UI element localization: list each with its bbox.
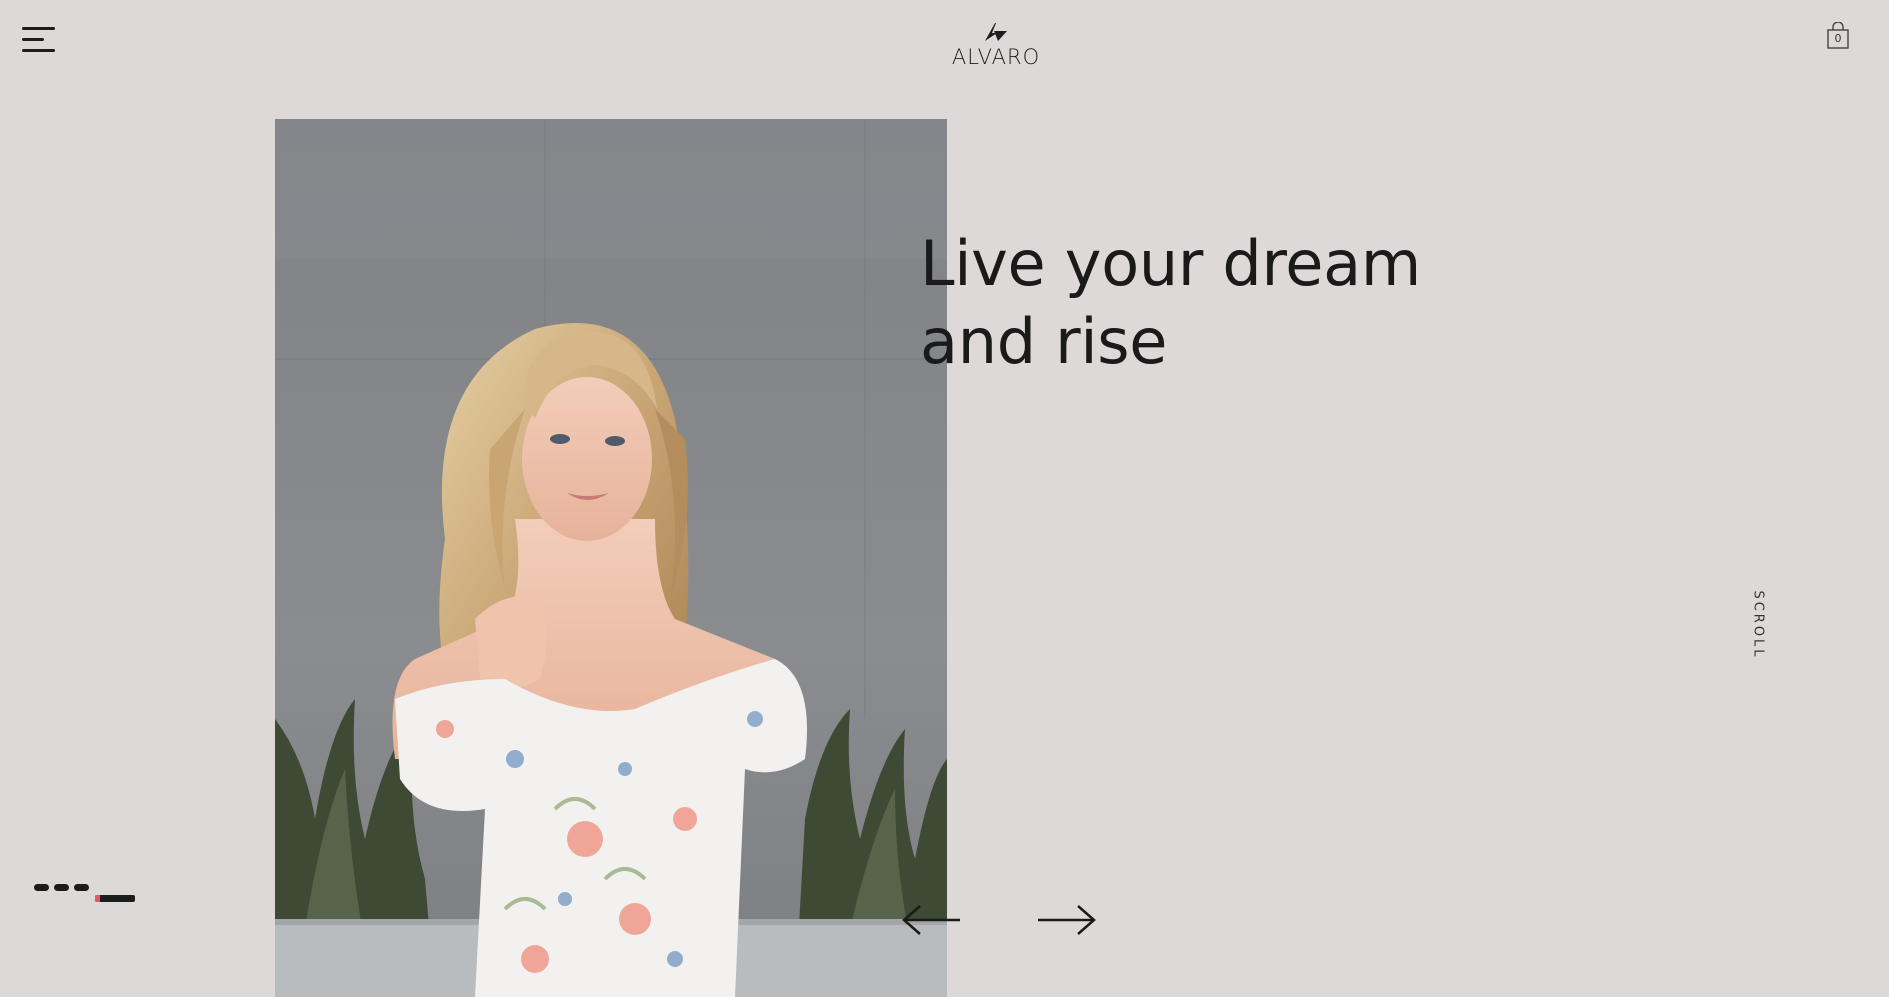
hamburger-line bbox=[22, 49, 55, 52]
hero-photo-illustration bbox=[275, 119, 947, 997]
cart-button[interactable]: 0 bbox=[1826, 21, 1850, 50]
hamburger-menu-icon bbox=[22, 27, 55, 30]
scroll-indicator[interactable]: SCROLL bbox=[1748, 590, 1768, 659]
menu-button[interactable] bbox=[22, 27, 55, 53]
headline-line-2: and rise bbox=[920, 305, 1168, 378]
active-slide-accent bbox=[95, 895, 100, 902]
alvaro-logo-mark-icon bbox=[985, 23, 1007, 41]
slider-pagination bbox=[34, 882, 144, 906]
slide-dot-2[interactable] bbox=[54, 884, 69, 891]
site-logo[interactable]: ALVARO bbox=[946, 22, 1046, 72]
hero-headline: Live your dream and rise bbox=[920, 225, 1421, 381]
arrow-right-icon bbox=[1038, 905, 1096, 935]
cart-count: 0 bbox=[1834, 32, 1842, 45]
hamburger-line bbox=[22, 38, 44, 41]
landing-page: ALVARO 0 Live your dream and rise SCROLL bbox=[0, 0, 1889, 997]
slide-dot-1[interactable] bbox=[34, 884, 49, 891]
arrow-left-icon bbox=[902, 905, 960, 935]
slide-dot-4-active[interactable] bbox=[95, 895, 135, 902]
brand-name: ALVARO bbox=[951, 45, 1041, 69]
scroll-label: SCROLL bbox=[1750, 590, 1766, 660]
model-in-floral-dress-photo bbox=[275, 119, 947, 997]
next-slide-button[interactable] bbox=[1034, 900, 1098, 940]
slide-dot-3[interactable] bbox=[74, 884, 89, 891]
previous-slide-button[interactable] bbox=[900, 900, 964, 940]
headline-line-1: Live your dream bbox=[920, 227, 1421, 300]
